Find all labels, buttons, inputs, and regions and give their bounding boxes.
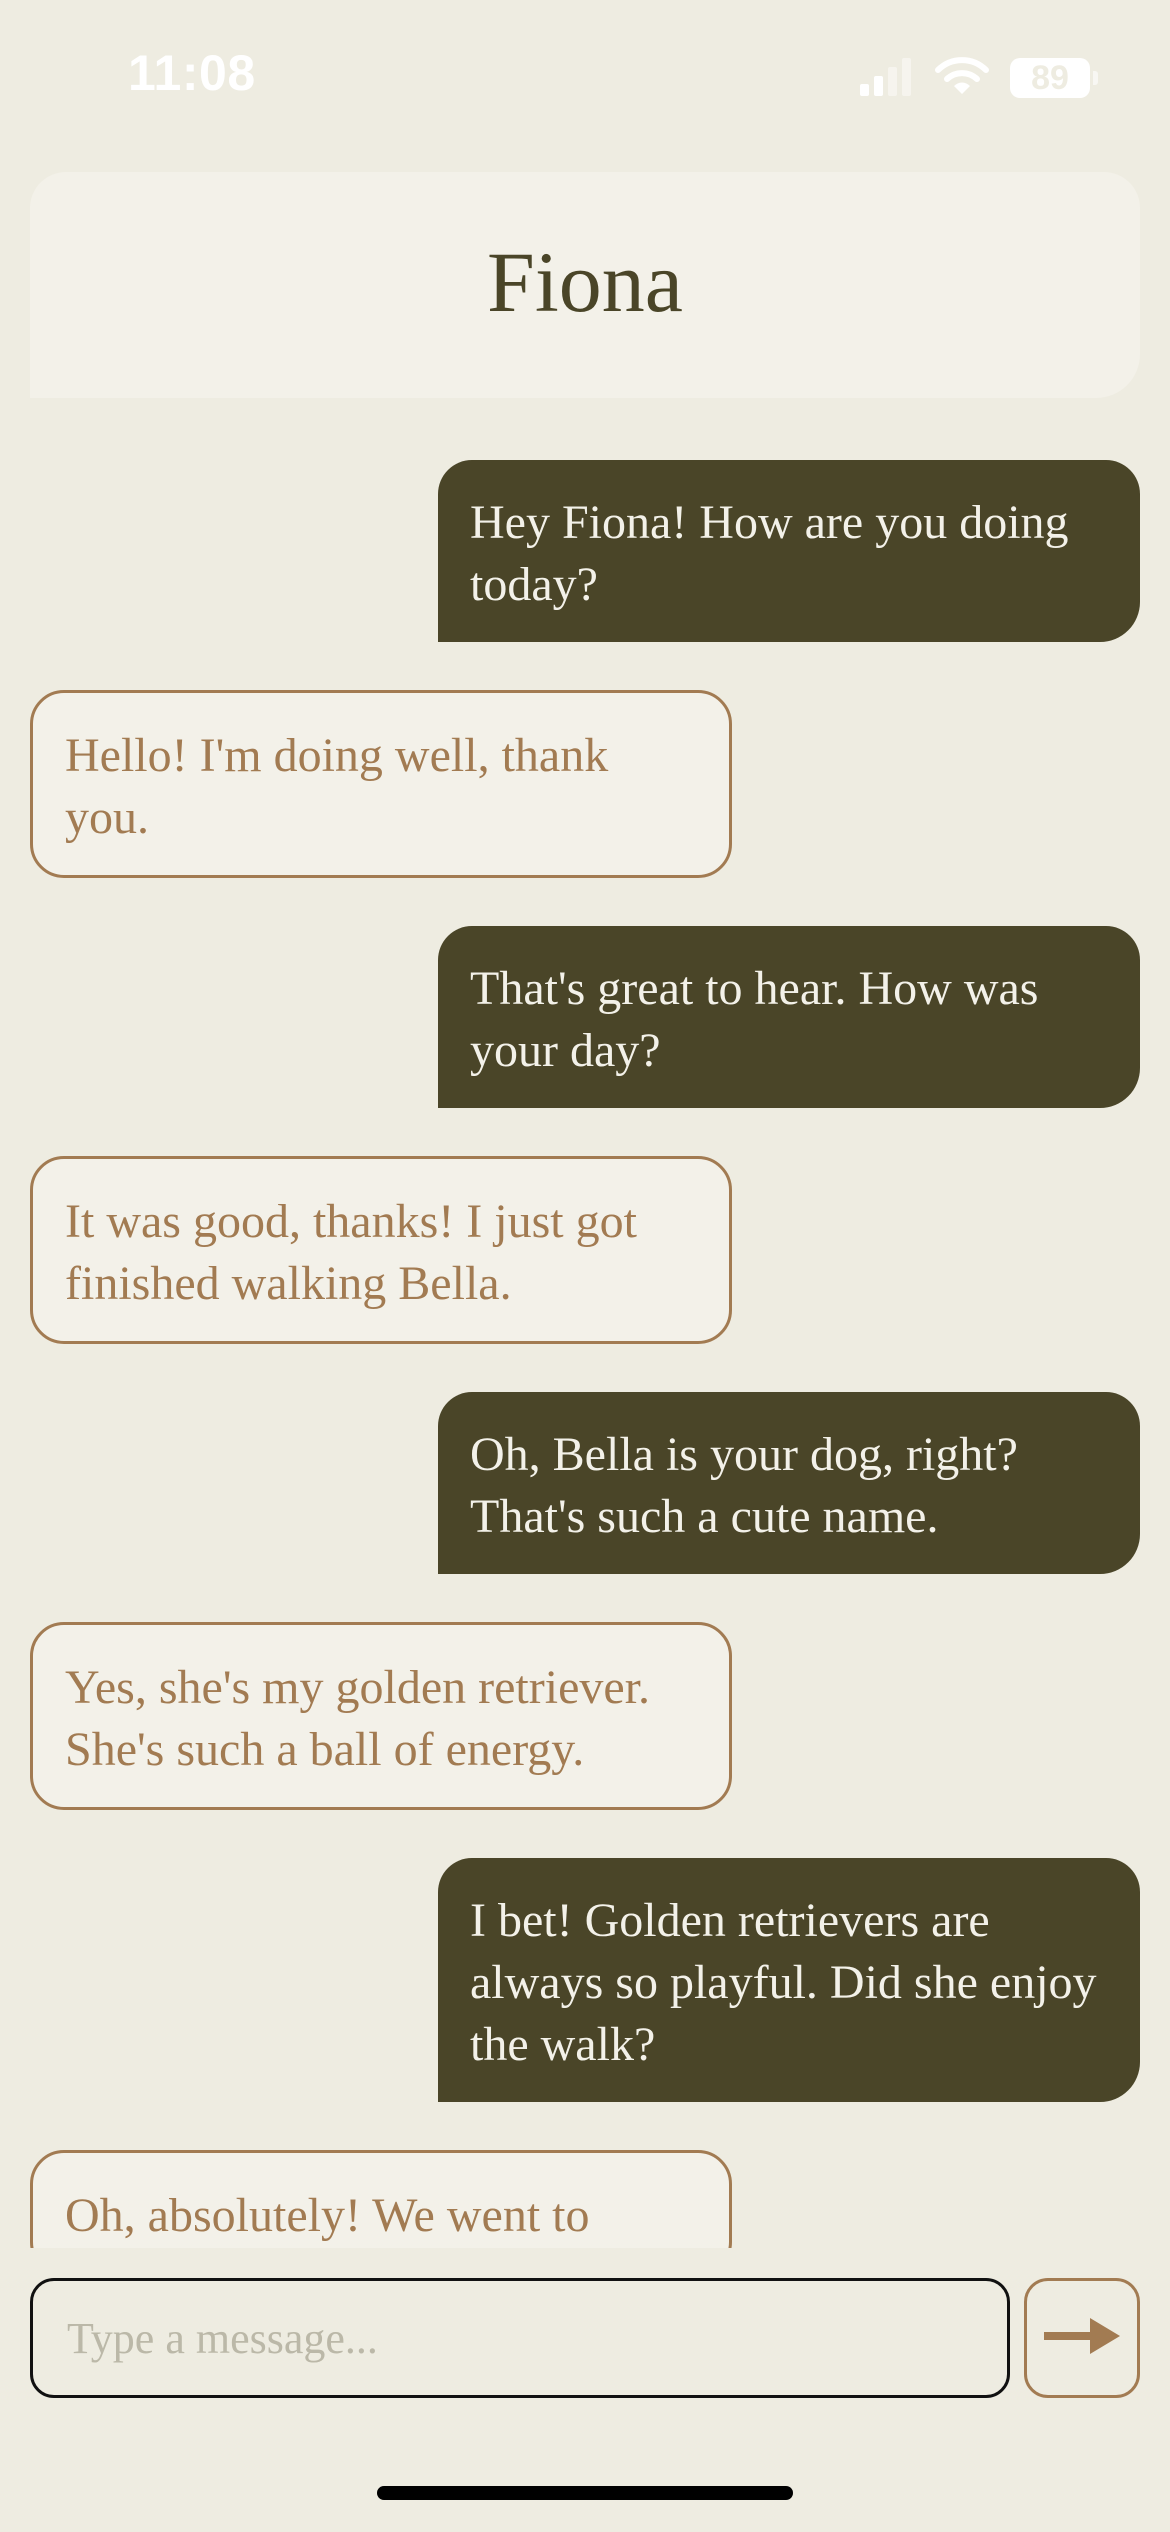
received-message-bubble[interactable]: Yes, she's my golden retriever. She's su… [30,1622,732,1810]
message-input[interactable] [65,2311,975,2365]
home-indicator [377,2486,793,2500]
contact-name: Fiona [487,234,683,330]
chat-header: Fiona [30,172,1140,398]
arrow-right-icon [1044,2317,1120,2359]
sent-message-bubble[interactable]: Oh, Bella is your dog, right? That's suc… [438,1392,1140,1574]
received-message-bubble[interactable]: It was good, thanks! I just got finished… [30,1156,732,1344]
received-message-bubble[interactable]: Oh, absolutely! We went to [30,2150,732,2248]
send-button[interactable] [1024,2278,1140,2398]
received-message-bubble[interactable]: Hello! I'm doing well, thank you. [30,690,732,878]
sent-message-bubble[interactable]: That's great to hear. How was your day? [438,926,1140,1108]
sent-message-bubble[interactable]: I bet! Golden retrievers are always so p… [438,1858,1140,2102]
sent-message-bubble[interactable]: Hey Fiona! How are you doing today? [438,460,1140,642]
message-input-field[interactable] [30,2278,1010,2398]
